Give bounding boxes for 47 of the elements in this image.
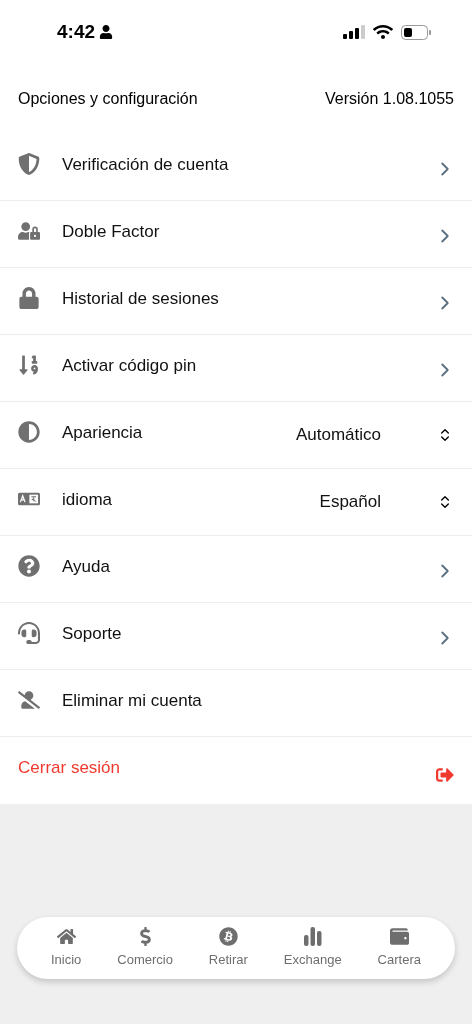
tab-item[interactable]: Inicio [50, 926, 82, 970]
settings-row[interactable]: Eliminar mi cuenta [0, 670, 472, 737]
contrast-icon [18, 421, 40, 443]
tab-item[interactable]: Comercio [117, 926, 173, 970]
settings-row[interactable]: Historial de sesiones [0, 268, 472, 335]
settings-title: Opciones y configuración [18, 89, 198, 109]
wallet-icon [389, 926, 409, 946]
sort-numeric-icon [18, 354, 40, 376]
status-time: 4:42 [57, 19, 96, 44]
row-label: Apariencia [62, 422, 143, 445]
settings-row[interactable]: Activar código pin [0, 335, 472, 402]
logout-icon [436, 765, 454, 784]
settings-row[interactable]: Soporte [0, 603, 472, 670]
user-slash-icon [18, 689, 40, 711]
help-icon [18, 555, 40, 577]
settings-row[interactable]: Doble Factor [0, 201, 472, 268]
row-label: Eliminar mi cuenta [62, 690, 202, 713]
battery-icon [401, 24, 431, 40]
row-label: Historial de sesiones [62, 288, 219, 311]
version-label: Versión 1.08.1055 [325, 89, 454, 109]
row-label: Activar código pin [62, 355, 197, 378]
lock-icon [18, 287, 40, 309]
shield-icon [18, 153, 40, 175]
logout-label: Cerrar sesión [18, 756, 121, 779]
tab-item[interactable]: Exchange [283, 926, 342, 970]
tab-item[interactable]: Retirar [208, 926, 248, 970]
row-label: Doble Factor [62, 221, 160, 244]
logout-row[interactable]: Cerrar sesión [0, 737, 472, 804]
signal-icon [343, 25, 365, 39]
settings-row[interactable]: Apariencia Automático [0, 402, 472, 469]
row-label: Ayuda [62, 556, 110, 579]
select-value[interactable]: Automático [295, 422, 381, 448]
settings-row[interactable]: idioma Español [0, 469, 472, 536]
settings-row[interactable]: Verificación de cuenta [0, 134, 472, 201]
bitcoin-icon [218, 926, 238, 946]
wifi-icon [373, 24, 393, 40]
row-label: Soporte [62, 623, 122, 646]
settings-row[interactable]: Ayuda [0, 536, 472, 603]
row-label: idioma [62, 489, 113, 512]
headset-icon [18, 622, 40, 644]
bar-chart-icon [303, 926, 323, 946]
person-icon [99, 25, 114, 39]
row-label: Verificación de cuenta [62, 154, 229, 177]
select-value[interactable]: Español [319, 489, 381, 515]
home-icon [56, 926, 76, 946]
user-lock-icon [18, 220, 40, 242]
tab-item[interactable]: Cartera [377, 926, 421, 970]
